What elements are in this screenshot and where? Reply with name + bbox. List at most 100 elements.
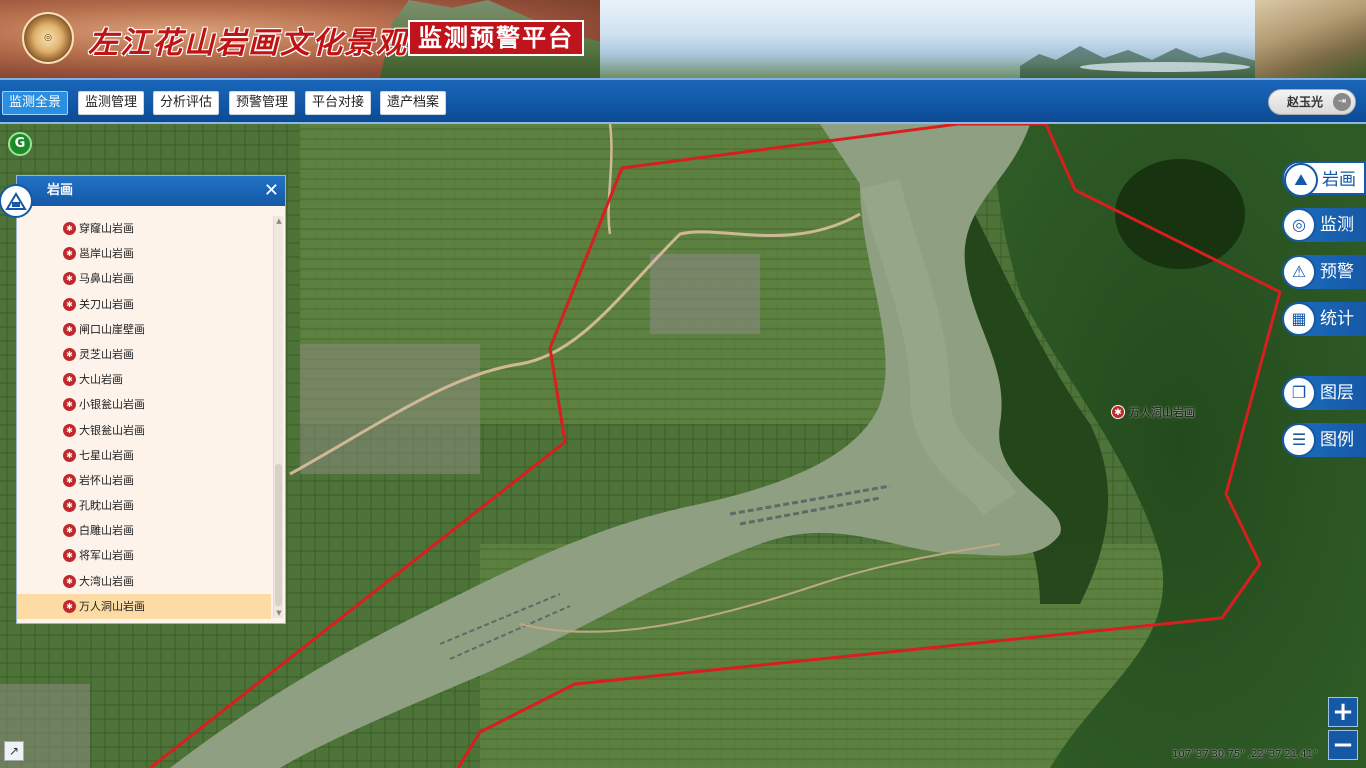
tool-label: 图层 <box>1320 383 1354 403</box>
site-pin-icon: ✱ <box>63 347 76 361</box>
site-name: 大山岩画 <box>79 373 123 387</box>
list-item[interactable]: ✱ 马鼻山岩画 <box>17 266 271 291</box>
panel-scrollbar[interactable]: ▲ ▼ <box>273 216 283 618</box>
site-pin-icon: ✱ <box>63 322 76 336</box>
nav-monitoring-management[interactable]: 监测管理 <box>78 91 145 115</box>
site-pin-icon: ✱ <box>63 524 76 538</box>
zoom-out-button[interactable]: − <box>1328 730 1358 760</box>
list-item[interactable]: ✱ 白雕山岩画 <box>17 518 271 543</box>
radar-icon: ◎ <box>1282 208 1316 242</box>
site-name: 孔眈山岩画 <box>79 499 134 513</box>
chart-icon: ▦ <box>1282 302 1316 336</box>
site-name: 白雕山岩画 <box>79 524 134 538</box>
site-name: 将军山岩画 <box>79 549 134 563</box>
map-site-marker[interactable]: ✱ <box>1111 405 1125 419</box>
site-name: 七星山岩画 <box>79 448 134 462</box>
coordinate-readout: 107°37'30.75" ,22°37'21.41" <box>1172 749 1318 760</box>
list-item[interactable]: ✱ 大山岩画 <box>17 367 271 392</box>
banner-cliff <box>1255 0 1366 78</box>
nav-warning-management[interactable]: 预警管理 <box>229 91 296 115</box>
panel-header: 岩画 ✕ <box>17 176 285 206</box>
list-item[interactable]: ✱ 闸口山崖壁画 <box>17 317 271 342</box>
scroll-down-icon[interactable]: ▼ <box>274 608 284 618</box>
list-item[interactable]: ✱ 岩怀山岩画 <box>17 468 271 493</box>
site-pin-icon: ✱ <box>63 373 76 387</box>
expand-arrow-icon[interactable]: ↗ <box>4 741 24 761</box>
list-item[interactable]: ✱ 穿窿山岩画 <box>17 216 271 241</box>
user-name: 赵玉光 <box>1287 95 1324 109</box>
site-pin-icon: ✱ <box>63 222 76 235</box>
site-name: 大银瓮山岩画 <box>79 423 145 437</box>
scroll-thumb[interactable] <box>275 464 282 606</box>
nav-monitoring-overview[interactable]: 监测全景 <box>2 91 69 115</box>
legend-icon: ☰ <box>1282 423 1316 457</box>
site-name: 大湾山岩画 <box>79 574 134 588</box>
tool-monitoring[interactable]: ◎ 监测 <box>1282 208 1366 242</box>
site-pin-icon: ✱ <box>63 549 76 563</box>
site-name: 马鼻山岩画 <box>79 272 134 286</box>
list-item[interactable]: ✱ 将军山岩画 <box>17 543 271 568</box>
tool-label: 岩画 <box>1322 170 1356 190</box>
list-item[interactable]: ✱ 小银瓮山岩画 <box>17 392 271 417</box>
list-item[interactable]: ✱ 邕岸山岩画 <box>17 241 271 266</box>
panel-title: 岩画 <box>47 183 74 198</box>
tool-warning[interactable]: ⚠ 预警 <box>1282 255 1366 289</box>
site-name: 小银瓮山岩画 <box>79 398 145 412</box>
scroll-up-icon[interactable]: ▲ <box>274 216 284 226</box>
site-pin-icon: ✱ <box>63 499 76 513</box>
site-list-panel: 岩画 ✕ ✱ 穿窿山岩画 ✱ 邕岸山岩画 ✱ 马鼻山岩画 ✱ 关刀山岩画 ✱ 闸口山崖壁画 ✱ 灵芝山… <box>16 175 286 624</box>
logout-icon[interactable]: ⇥ <box>1333 93 1351 111</box>
site-name: 岩怀山岩画 <box>79 473 134 487</box>
site-name: 灵芝山岩画 <box>79 347 134 361</box>
platform-title: 监测预警平台 <box>408 20 584 56</box>
list-item[interactable]: ✱ 灵芝山岩画 <box>17 342 271 367</box>
zoom-in-button[interactable]: + <box>1328 697 1358 727</box>
tool-label: 监测 <box>1320 215 1354 235</box>
tool-statistics[interactable]: ▦ 统计 <box>1282 302 1366 336</box>
layers-icon: ❐ <box>1282 376 1316 410</box>
site-pin-icon: ✱ <box>63 297 76 311</box>
site-name: 邕岸山岩画 <box>79 247 134 261</box>
list-item[interactable]: ✱ 万人洞山岩画 <box>17 593 271 619</box>
tool-legend[interactable]: ☰ 图例 <box>1282 423 1366 457</box>
list-item[interactable]: ✱ 关刀山岩画 <box>17 292 271 317</box>
tool-label: 统计 <box>1320 309 1354 329</box>
close-icon[interactable]: ✕ <box>264 176 279 206</box>
nav-heritage-archive[interactable]: 遗产档案 <box>380 91 447 115</box>
site-list: ✱ 穿窿山岩画 ✱ 邕岸山岩画 ✱ 马鼻山岩画 ✱ 关刀山岩画 ✱ 闸口山崖壁画 ✱ 灵芝山岩画 ✱ 大山… <box>17 206 271 623</box>
user-box[interactable]: 赵玉光 ⇥ <box>1268 89 1356 115</box>
tool-label: 图例 <box>1320 430 1354 450</box>
site-name: 万人洞山岩画 <box>79 599 145 613</box>
site-name: 关刀山岩画 <box>79 297 134 311</box>
header-banner: ◎ 左江花山岩画文化景观 监测预警平台 <box>0 0 1366 78</box>
tool-label: 预警 <box>1320 262 1354 282</box>
site-pin-icon: ✱ <box>63 398 76 412</box>
banner-river <box>1080 62 1250 72</box>
rock-painting-icon: ⛰ <box>1284 163 1318 197</box>
site-pin-icon: ✱ <box>63 423 76 437</box>
main-nav: 监测全景 监测管理 分析评估 预警管理 平台对接 遗产档案 赵玉光 ⇥ <box>0 78 1366 124</box>
list-item[interactable]: ✱ 大银瓮山岩画 <box>17 418 271 443</box>
list-item[interactable]: ✱ 七星山岩画 <box>17 443 271 468</box>
site-name: 穿窿山岩画 <box>79 222 134 235</box>
site-pin-icon: ✱ <box>63 574 76 588</box>
site-pin-icon: ✱ <box>63 599 76 613</box>
map-marker-label: 万人洞山岩画 <box>1129 406 1195 419</box>
g-badge-icon[interactable]: G <box>8 132 32 156</box>
tool-rock-painting[interactable]: ⛰ 岩画 <box>1282 161 1366 197</box>
list-item[interactable]: ✱ 大湾山岩画 <box>17 569 271 594</box>
tool-layers[interactable]: ❐ 图层 <box>1282 376 1366 410</box>
site-pin-icon: ✱ <box>63 473 76 487</box>
site-logo: ◎ <box>22 12 74 64</box>
nav-analysis-evaluation[interactable]: 分析评估 <box>153 91 220 115</box>
logo-mark-icon: ◎ <box>44 33 52 43</box>
alarm-icon: ⚠ <box>1282 255 1316 289</box>
site-title: 左江花山岩画文化景观 <box>88 26 408 61</box>
site-pin-icon: ✱ <box>63 247 76 261</box>
site-pin-icon: ✱ <box>63 448 76 462</box>
nav-platform-integration[interactable]: 平台对接 <box>305 91 372 115</box>
site-pin-icon: ✱ <box>63 272 76 286</box>
site-name: 闸口山崖壁画 <box>79 322 145 336</box>
list-item[interactable]: ✱ 孔眈山岩画 <box>17 493 271 518</box>
rock-painting-panel-icon[interactable] <box>0 184 33 218</box>
